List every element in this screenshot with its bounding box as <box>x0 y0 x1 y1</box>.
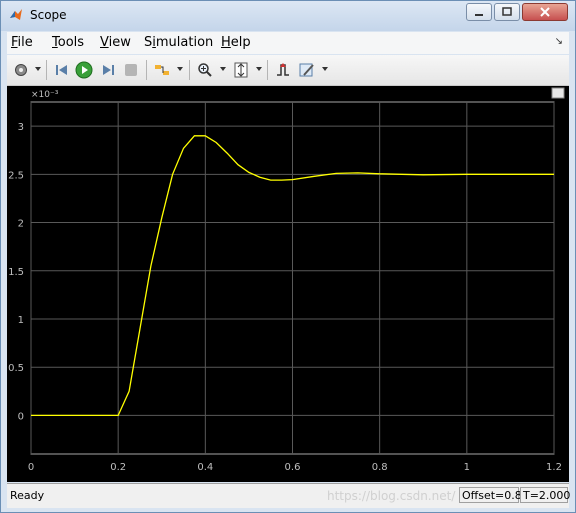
scope-window: Scope File Tools View Simulation Help ↘ <box>0 0 576 513</box>
matlab-icon <box>10 9 22 20</box>
undock-icon <box>551 87 565 99</box>
run-icon[interactable] <box>74 60 94 80</box>
gear-dropdown-icon[interactable] <box>35 67 41 71</box>
status-ready: Ready <box>10 489 45 502</box>
zoom-dropdown-icon[interactable] <box>220 67 226 71</box>
menu-tools[interactable]: Tools <box>52 35 84 50</box>
separator <box>267 60 268 80</box>
autoscale-icon[interactable] <box>231 60 251 80</box>
status-offset: Offset=0.8 <box>459 487 522 503</box>
minimize-icon <box>475 14 483 16</box>
trigger-icon[interactable] <box>273 60 293 80</box>
step-back-icon[interactable] <box>52 60 72 80</box>
x-tick-label: 0.6 <box>285 462 301 473</box>
menu-simulation[interactable]: Simulation <box>144 35 213 50</box>
menu-help[interactable]: Help <box>221 35 251 50</box>
maximize-icon <box>502 7 512 16</box>
menu-view[interactable]: View <box>100 35 131 50</box>
zoom-icon[interactable] <box>195 60 215 80</box>
y-tick-label: 1.5 <box>8 267 24 278</box>
separator <box>146 60 147 80</box>
y-exponent-label: ×10⁻³ <box>31 90 59 100</box>
status-time: T=2.000 <box>520 487 570 503</box>
menu-file[interactable]: File <box>11 35 33 50</box>
scope-display[interactable]: 0 0.2 0.4 0.6 0.8 1 1.2 0 0.5 1 1.5 2 2.5 3 ×10⁻³ <box>7 86 569 482</box>
y-tick-label: 0.5 <box>8 363 24 374</box>
close-icon <box>540 7 550 17</box>
minimize-button[interactable] <box>466 3 492 21</box>
x-tick-label: 0.8 <box>372 462 388 473</box>
y-tick-label: 2.5 <box>8 170 24 181</box>
y-tick-label: 0 <box>18 411 24 422</box>
y-tick-label: 3 <box>18 122 24 133</box>
pin-icon[interactable]: ↘ <box>555 36 563 47</box>
style-dropdown-icon[interactable] <box>322 67 328 71</box>
gear-icon[interactable] <box>11 60 31 80</box>
step-forward-icon[interactable] <box>98 60 118 80</box>
close-button[interactable] <box>522 3 568 21</box>
autoscale-dropdown-icon[interactable] <box>256 67 262 71</box>
maximize-button[interactable] <box>494 3 520 21</box>
signal-select-icon[interactable] <box>152 60 172 80</box>
stop-icon[interactable] <box>121 60 141 80</box>
x-tick-label: 1.2 <box>546 462 562 473</box>
toolbar <box>7 55 569 86</box>
x-tick-label: 0.4 <box>197 462 213 473</box>
y-tick-label: 2 <box>18 219 24 230</box>
signal-dropdown-icon[interactable] <box>177 67 183 71</box>
x-tick-label: 0 <box>28 462 34 473</box>
title-bar[interactable]: Scope <box>1 1 575 31</box>
menu-bar: File Tools View Simulation Help ↘ <box>7 32 569 54</box>
window-title: Scope <box>30 8 67 22</box>
x-tick-label: 1 <box>464 462 470 473</box>
style-icon[interactable] <box>297 60 317 80</box>
x-tick-label: 0.2 <box>110 462 126 473</box>
separator <box>46 60 47 80</box>
scope-plot[interactable]: 0 0.2 0.4 0.6 0.8 1 1.2 0 0.5 1 1.5 2 2.5 3 ×10⁻³ <box>7 86 569 482</box>
status-bar: Ready https://blog.csdn.net/ Offset=0.8 … <box>7 483 570 508</box>
separator <box>189 60 190 80</box>
y-tick-label: 1 <box>18 315 24 326</box>
watermark-text: https://blog.csdn.net/ <box>327 489 456 503</box>
